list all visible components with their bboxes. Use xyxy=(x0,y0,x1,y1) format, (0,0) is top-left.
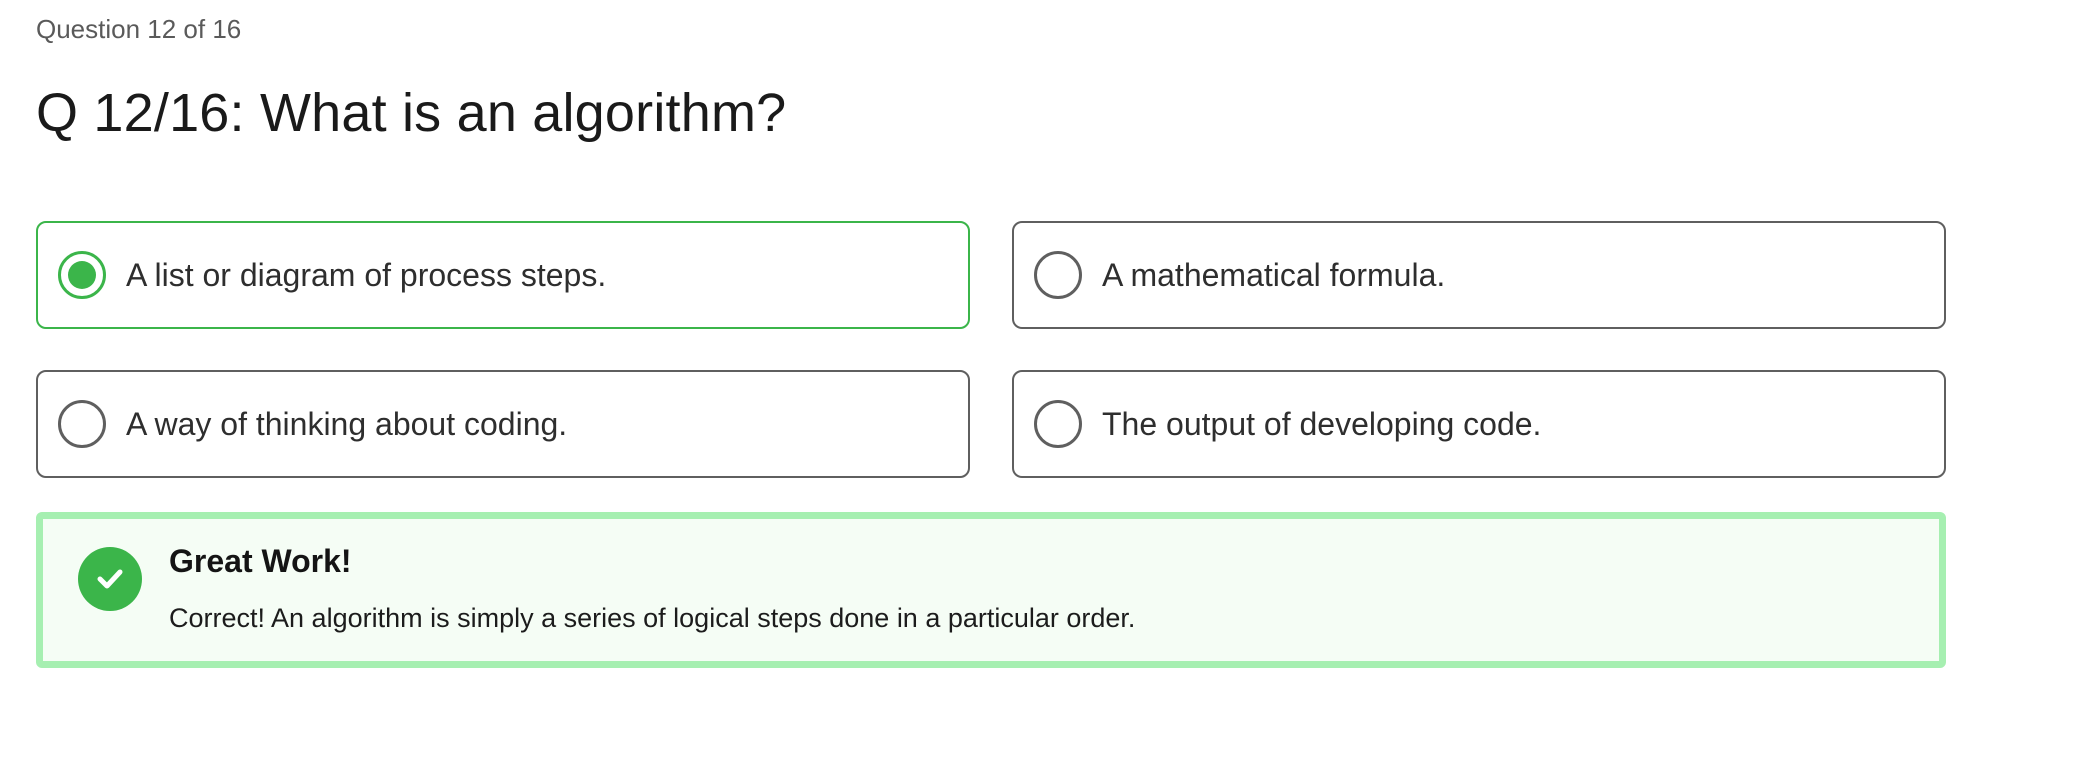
answer-option-3[interactable]: A way of thinking about coding. xyxy=(36,370,970,478)
question-title: Q 12/16: What is an algorithm? xyxy=(36,83,787,143)
radio-button-selected-icon[interactable] xyxy=(58,251,106,299)
answer-option-label: The output of developing code. xyxy=(1102,405,1542,442)
answer-option-label: A mathematical formula. xyxy=(1102,256,1446,293)
answer-option-4[interactable]: The output of developing code. xyxy=(1012,370,1946,478)
feedback-message: Correct! An algorithm is simply a series… xyxy=(169,603,1136,633)
checkmark-icon xyxy=(97,569,123,589)
check-circle-icon xyxy=(78,547,142,611)
radio-dot-icon xyxy=(68,261,96,289)
answer-option-label: A way of thinking about coding. xyxy=(126,405,568,442)
answer-options: A list or diagram of process steps. A ma… xyxy=(36,221,1946,478)
radio-button-icon[interactable] xyxy=(1034,251,1082,299)
answer-option-2[interactable]: A mathematical formula. xyxy=(1012,221,1946,329)
feedback-panel: Great Work! Correct! An algorithm is sim… xyxy=(36,512,1946,668)
question-progress-label: Question 12 of 16 xyxy=(36,14,242,44)
answer-option-label: A list or diagram of process steps. xyxy=(126,256,607,293)
radio-button-icon[interactable] xyxy=(58,400,106,448)
radio-button-icon[interactable] xyxy=(1034,400,1082,448)
feedback-title: Great Work! xyxy=(169,543,352,579)
answer-option-1[interactable]: A list or diagram of process steps. xyxy=(36,221,970,329)
